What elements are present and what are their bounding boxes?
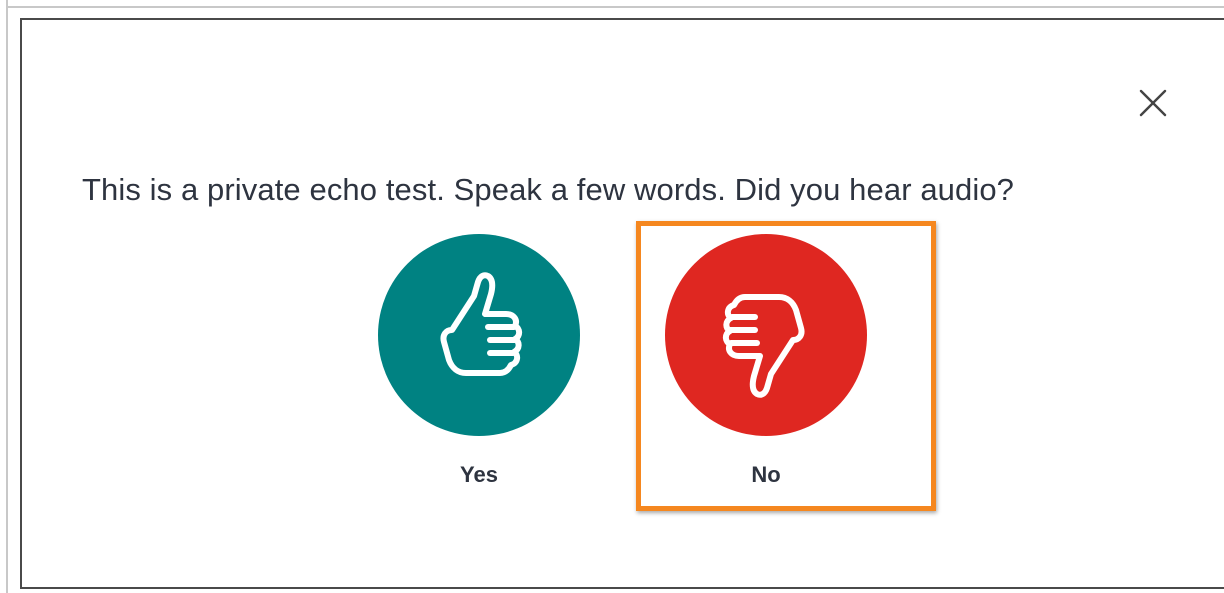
echo-test-prompt: This is a private echo test. Speak a few…	[82, 172, 1015, 207]
close-icon	[1139, 89, 1167, 117]
outer-frame-top-edge	[6, 6, 1224, 8]
no-label: No	[751, 462, 781, 487]
no-button[interactable]: No	[665, 234, 867, 487]
screenshot-page: This is a private echo test. Speak a few…	[0, 0, 1224, 593]
yes-button[interactable]: Yes	[378, 234, 580, 487]
thumbs-up-icon	[440, 272, 523, 376]
yes-circle	[378, 234, 580, 436]
thumbs-down-icon	[722, 294, 805, 398]
no-circle	[665, 234, 867, 436]
close-button[interactable]	[1136, 86, 1170, 120]
yes-label: Yes	[460, 462, 498, 487]
outer-frame-edge	[6, 0, 8, 593]
echo-test-dialog: This is a private echo test. Speak a few…	[20, 18, 1224, 589]
